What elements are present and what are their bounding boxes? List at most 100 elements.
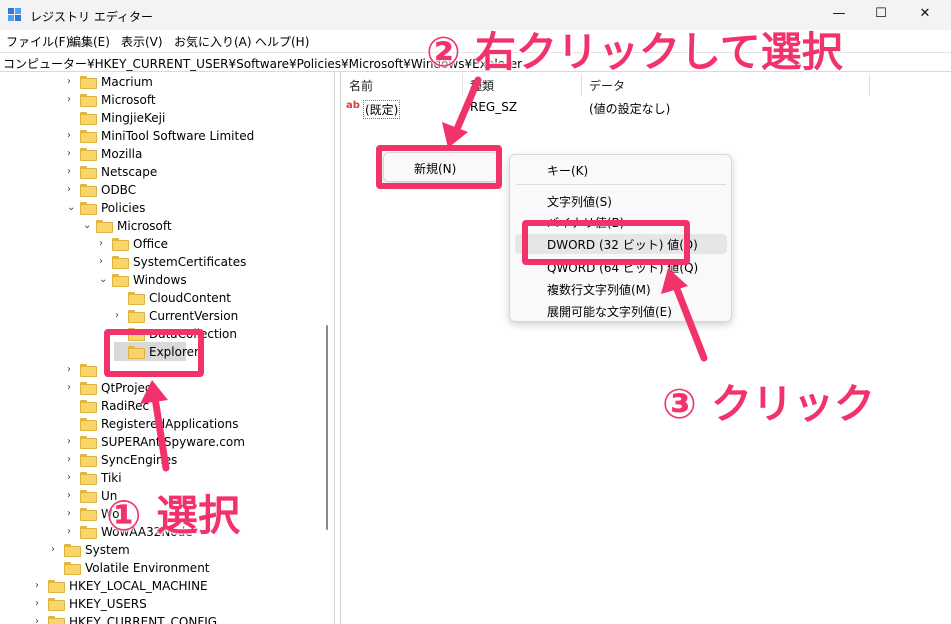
tree-item[interactable]: › HKEY_CURRENT_CONFIG <box>0 614 318 624</box>
tree-item[interactable]: › Netscape <box>0 164 318 182</box>
tree-item[interactable]: › System <box>0 542 318 560</box>
chevron-down-icon[interactable]: ⌄ <box>67 202 77 214</box>
tree-item-label: MingjieKeji <box>101 111 166 125</box>
chevron-right-icon[interactable]: › <box>67 130 77 142</box>
submenu-expandable-string-value[interactable]: 展開可能な文字列値(E) <box>547 303 672 320</box>
tree-item-label: HKEY_LOCAL_MACHINE <box>69 579 208 593</box>
chevron-right-icon[interactable]: › <box>35 580 45 592</box>
tree-item[interactable]: RadiRec <box>0 398 318 416</box>
tree-item[interactable]: › ODBC <box>0 182 318 200</box>
folder-icon <box>80 508 97 521</box>
annotation-step3: ③ クリック <box>662 380 875 428</box>
folder-icon <box>80 94 97 107</box>
chevron-right-icon[interactable]: › <box>67 184 77 196</box>
tree-item[interactable]: › CurrentVersion <box>0 308 318 326</box>
tree-item-label: Windows <box>133 273 187 287</box>
chevron-right-icon[interactable]: › <box>67 490 77 502</box>
tree-item[interactable]: Volatile Environment <box>0 560 318 578</box>
folder-icon <box>80 112 97 125</box>
tree-item[interactable]: CloudContent <box>0 290 318 308</box>
no-expander <box>67 418 77 430</box>
folder-icon <box>80 382 97 395</box>
folder-icon <box>112 274 129 287</box>
menu-view[interactable]: 表示(V) <box>121 33 163 50</box>
column-header-name[interactable]: 名前 <box>349 77 373 94</box>
tree-item[interactable]: ⌄ Windows <box>0 272 318 290</box>
submenu-multi-string-value[interactable]: 複数行文字列値(M) <box>547 281 651 298</box>
tree-item-label: SyncEngines <box>101 453 178 467</box>
chevron-right-icon[interactable]: › <box>67 436 77 448</box>
folder-icon <box>80 166 97 179</box>
folder-icon <box>80 76 97 89</box>
chevron-right-icon[interactable]: › <box>67 382 77 394</box>
tree-item-label: Netscape <box>101 165 158 179</box>
column-header-data[interactable]: データ <box>589 77 625 94</box>
menu-file[interactable]: ファイル(F) <box>6 33 70 50</box>
chevron-right-icon[interactable]: › <box>67 454 77 466</box>
tree-scrollbar-thumb[interactable] <box>326 325 328 530</box>
tree-item-label: RadiRec <box>101 399 150 413</box>
tree-item[interactable]: › QtProject <box>0 380 318 398</box>
tree-item-label: QtProject <box>101 381 157 395</box>
menu-edit[interactable]: 編集(E) <box>69 33 110 50</box>
chevron-down-icon[interactable]: ⌄ <box>83 220 93 232</box>
column-divider[interactable] <box>869 74 870 96</box>
folder-icon <box>80 526 97 539</box>
chevron-right-icon[interactable]: › <box>67 472 77 484</box>
chevron-right-icon[interactable]: › <box>35 616 45 624</box>
tree-item[interactable]: ⌄ Microsoft <box>0 218 318 236</box>
chevron-down-icon[interactable]: ⌄ <box>99 274 109 286</box>
tree-item[interactable]: › MiniTool Software Limited <box>0 128 318 146</box>
chevron-right-icon[interactable]: › <box>67 364 77 376</box>
menu-favorites[interactable]: お気に入り(A) <box>174 33 252 50</box>
chevron-right-icon[interactable]: › <box>67 94 77 106</box>
chevron-right-icon[interactable]: › <box>67 526 77 538</box>
column-header-type[interactable]: 種類 <box>470 77 494 94</box>
folder-icon <box>80 472 97 485</box>
menu-help[interactable]: ヘルプ(H) <box>255 33 309 50</box>
tree-item-label: RegisteredApplications <box>101 417 239 431</box>
tree-item-label: HKEY_USERS <box>69 597 147 611</box>
no-expander <box>67 400 77 412</box>
tree-item[interactable]: ⌄ Policies <box>0 200 318 218</box>
submenu-key[interactable]: キー(K) <box>547 162 588 179</box>
value-name[interactable]: (既定) <box>363 100 401 119</box>
close-button[interactable]: ✕ <box>912 2 938 28</box>
tree-item[interactable]: › SUPERAntiSpyware.com <box>0 434 318 452</box>
folder-icon <box>80 454 97 467</box>
highlight-dword <box>522 220 690 265</box>
tree-item-label: MiniTool Software Limited <box>101 129 255 143</box>
chevron-right-icon[interactable]: › <box>67 166 77 178</box>
tree-item[interactable]: › HKEY_LOCAL_MACHINE <box>0 578 318 596</box>
value-data: (値の設定なし) <box>589 102 671 116</box>
tree-item[interactable]: › SyncEngines <box>0 452 318 470</box>
window-title: レジストリ エディター <box>30 10 153 24</box>
tree-item-label: Office <box>133 237 169 251</box>
chevron-right-icon[interactable]: › <box>35 598 45 610</box>
chevron-right-icon[interactable]: › <box>115 310 125 322</box>
chevron-right-icon[interactable]: › <box>99 238 109 250</box>
tree-item[interactable]: RegisteredApplications <box>0 416 318 434</box>
tree-item[interactable]: › HKEY_USERS <box>0 596 318 614</box>
tree-item[interactable]: › Mozilla <box>0 146 318 164</box>
tree-item[interactable]: › SystemCertificates <box>0 254 318 272</box>
chevron-right-icon[interactable]: › <box>67 148 77 160</box>
tree-item[interactable]: MingjieKeji <box>0 110 318 128</box>
folder-icon <box>80 436 97 449</box>
string-value-icon: ab <box>346 100 360 111</box>
tree-item[interactable]: › Microsoft <box>0 92 318 110</box>
tree-item-label: HKEY_CURRENT_CONFIG <box>69 615 218 624</box>
chevron-right-icon[interactable]: › <box>67 508 77 520</box>
tree-item-label: SUPERAntiSpyware.com <box>101 435 245 449</box>
folder-icon <box>112 256 129 269</box>
folder-icon <box>80 184 97 197</box>
chevron-right-icon[interactable]: › <box>67 76 77 88</box>
registry-editor-icon <box>8 8 21 21</box>
tree-item[interactable]: › Office <box>0 236 318 254</box>
submenu-string-value[interactable]: 文字列値(S) <box>547 193 612 210</box>
tree-item-label: Policies <box>101 201 146 215</box>
chevron-right-icon[interactable]: › <box>99 256 109 268</box>
maximize-button[interactable]: ☐ <box>868 2 894 28</box>
tree-item[interactable]: › Macrium <box>0 74 318 92</box>
chevron-right-icon[interactable]: › <box>51 544 61 556</box>
